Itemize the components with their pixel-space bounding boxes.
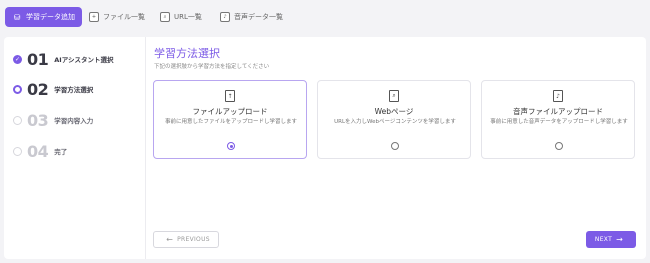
- page-subtitle: 下記の選択肢から学習方法を指定してください: [154, 64, 270, 70]
- option-title: ファイルアップロード: [192, 107, 268, 116]
- arrow-left-icon: ←: [166, 235, 174, 244]
- top-tab-bar: ⛁ 学習データ追加 + ファイル一覧 ⌕ URL一覧 ♪ 音声データ一覧: [0, 0, 650, 34]
- option-description: 事前に用意したファイルをアップロードし学習します: [164, 119, 297, 125]
- tab-label: 音声データ一覧: [234, 13, 283, 21]
- tab-file-list[interactable]: + ファイル一覧: [89, 7, 145, 27]
- next-label: NEXT: [594, 236, 613, 243]
- step-2: 02 学習方法選択: [13, 79, 93, 99]
- step-label: AIアシスタント選択: [54, 56, 114, 64]
- previous-button[interactable]: ← PREVIOUS: [153, 231, 219, 248]
- upload-file-icon: ↑: [225, 90, 235, 102]
- stepper: ✓ 01 AIアシスタント選択 02 学習方法選択 03 学習内容入力 04 完…: [4, 37, 146, 259]
- main-card: ✓ 01 AIアシスタント選択 02 学習方法選択 03 学習内容入力 04 完…: [4, 37, 646, 259]
- step-number: 02: [27, 79, 49, 99]
- step-4: 04 完了: [13, 141, 67, 161]
- option-title: 音声ファイルアップロード: [513, 107, 603, 116]
- step-label: 完了: [54, 148, 68, 156]
- file-icon: +: [89, 12, 99, 22]
- audio-upload-icon: ♪: [553, 90, 563, 102]
- step-number: 04: [27, 141, 49, 161]
- option-audio-upload[interactable]: ♪ 音声ファイルアップロード 事前に用意した音声データをアップロードし学習します: [481, 80, 635, 159]
- step-1: ✓ 01 AIアシスタント選択: [13, 49, 113, 69]
- option-web-page[interactable]: ⌕ Webページ URLを入力しWebページコンテンツを学習します: [317, 80, 471, 159]
- step-3: 03 学習内容入力: [13, 110, 93, 130]
- page-title: 学習方法選択: [154, 47, 220, 60]
- tab-audio-list[interactable]: ♪ 音声データ一覧: [220, 7, 283, 27]
- tab-label: ファイル一覧: [103, 13, 145, 21]
- option-radio[interactable]: [227, 142, 235, 150]
- option-radio[interactable]: [555, 142, 563, 150]
- step-label: 学習内容入力: [54, 117, 94, 125]
- option-description: URLを入力しWebページコンテンツを学習します: [334, 119, 456, 125]
- url-search-icon: ⌕: [160, 12, 170, 22]
- tab-add-training-data[interactable]: ⛁ 学習データ追加: [5, 7, 82, 27]
- arrow-right-icon: →: [616, 235, 624, 244]
- option-description: 事前に用意した音声データをアップロードし学習します: [490, 119, 628, 125]
- database-add-icon: ⛁: [13, 12, 21, 22]
- step-label: 学習方法選択: [54, 86, 94, 94]
- tab-label: URL一覧: [174, 13, 202, 21]
- option-title: Webページ: [374, 107, 414, 116]
- current-step-icon: [13, 84, 22, 94]
- web-search-icon: ⌕: [389, 90, 399, 102]
- previous-label: PREVIOUS: [177, 236, 210, 243]
- tab-label: 学習データ追加: [26, 13, 75, 21]
- step-number: 01: [27, 49, 49, 69]
- option-radio[interactable]: [391, 142, 399, 150]
- check-icon: ✓: [13, 54, 22, 64]
- pending-step-icon: [13, 115, 22, 125]
- next-button[interactable]: NEXT →: [586, 231, 636, 248]
- pending-step-icon: [13, 146, 22, 156]
- option-file-upload[interactable]: ↑ ファイルアップロード 事前に用意したファイルをアップロードし学習します: [153, 80, 307, 159]
- tab-url-list[interactable]: ⌕ URL一覧: [160, 7, 202, 27]
- step-number: 03: [27, 110, 49, 130]
- audio-file-icon: ♪: [220, 12, 230, 22]
